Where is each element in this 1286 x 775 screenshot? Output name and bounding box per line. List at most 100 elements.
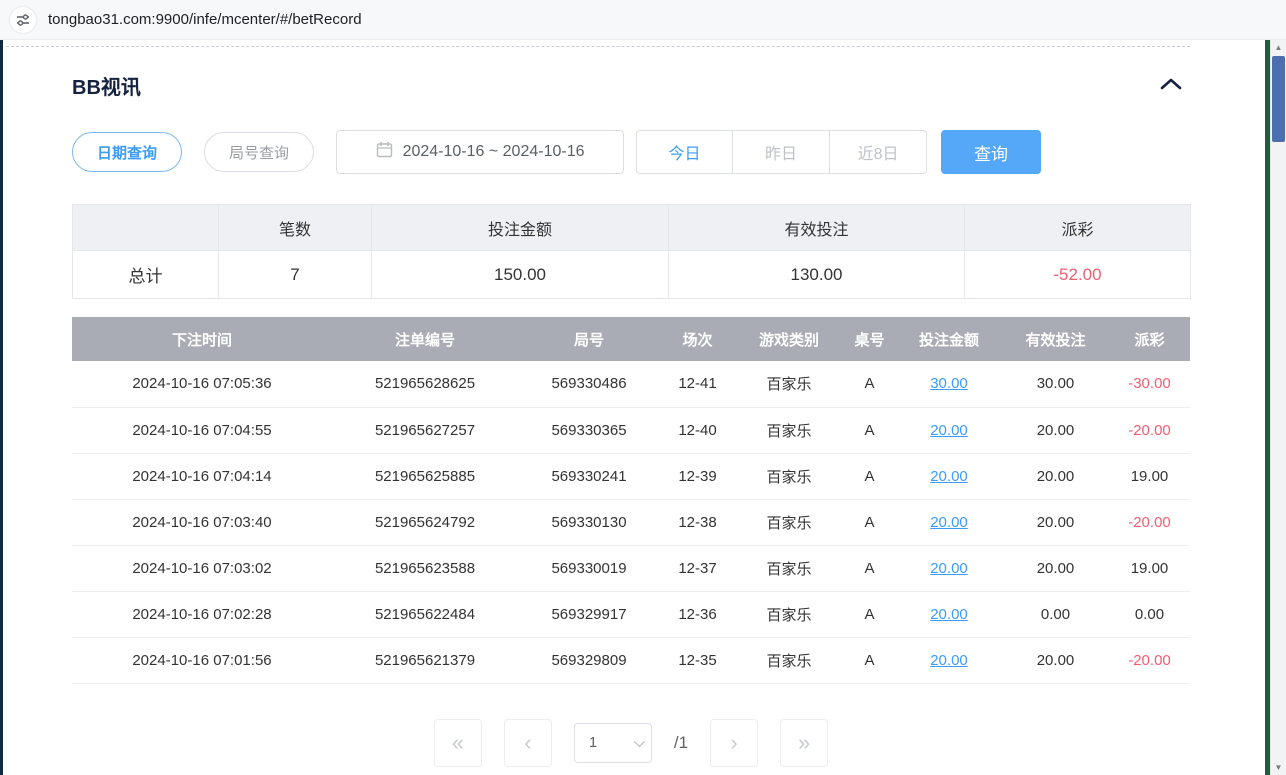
- cell-bet-id: 521965625885: [332, 453, 518, 499]
- bet-amount-link[interactable]: 20.00: [930, 652, 968, 669]
- cell-table-no: A: [843, 407, 896, 453]
- filter-toolbar: 日期查询 局号查询 2024-10-16 ~ 2024-10-16 今日 昨日 …: [72, 130, 1262, 174]
- cell-session: 12-35: [660, 637, 735, 683]
- cell-payout: -30.00: [1109, 361, 1190, 407]
- yesterday-button[interactable]: 昨日: [733, 130, 830, 174]
- cell-bet-id: 521965623588: [332, 545, 518, 591]
- page-select-wrap: 1: [574, 723, 652, 763]
- url-text[interactable]: tongbao31.com:9900/infe/mcenter/#/betRec…: [48, 11, 362, 28]
- date-range-picker[interactable]: 2024-10-16 ~ 2024-10-16: [336, 130, 624, 174]
- bet-table-body: 2024-10-16 07:05:36 521965628625 5693304…: [72, 361, 1190, 683]
- cell-round-no: 569330019: [518, 545, 660, 591]
- cell-valid-bet: 20.00: [1002, 637, 1109, 683]
- cell-bet-time: 2024-10-16 07:03:02: [72, 545, 332, 591]
- cell-table-no: A: [843, 453, 896, 499]
- page-title: BB视讯: [72, 71, 141, 100]
- bet-amount-link[interactable]: 20.00: [930, 422, 968, 439]
- cell-valid-bet: 20.00: [1002, 499, 1109, 545]
- col-header-game-type: 游戏类别: [735, 317, 843, 361]
- today-button[interactable]: 今日: [636, 130, 733, 174]
- cell-bet-amount: 20.00: [896, 637, 1002, 683]
- cell-game-type: 百家乐: [735, 453, 843, 499]
- chevron-up-icon: [1160, 78, 1182, 93]
- cell-round-no: 569330365: [518, 407, 660, 453]
- calendar-icon: [376, 141, 393, 163]
- cell-payout: -20.00: [1109, 499, 1190, 545]
- cell-bet-id: 521965621379: [332, 637, 518, 683]
- bet-record-table: 下注时间 注单编号 局号 场次 游戏类别 桌号 投注金额 有效投注 派彩 202…: [72, 317, 1190, 684]
- cell-valid-bet: 30.00: [1002, 361, 1109, 407]
- summary-header-payout: 派彩: [965, 205, 1191, 251]
- cell-bet-id: 521965622484: [332, 591, 518, 637]
- summary-payout-value: -52.00: [965, 251, 1191, 299]
- cell-round-no: 569330241: [518, 453, 660, 499]
- scrollbar-thumb[interactable]: [1272, 56, 1285, 142]
- search-button[interactable]: 查询: [941, 130, 1041, 174]
- cell-payout: 19.00: [1109, 545, 1190, 591]
- cell-table-no: A: [843, 545, 896, 591]
- cell-session: 12-36: [660, 591, 735, 637]
- next-page-button[interactable]: ›: [710, 719, 758, 767]
- table-row: 2024-10-16 07:04:55 521965627257 5693303…: [72, 407, 1190, 453]
- collapse-section-button[interactable]: [1152, 74, 1190, 97]
- cell-session: 12-39: [660, 453, 735, 499]
- summary-header-row: 笔数 投注金额 有效投注 派彩: [73, 205, 1191, 251]
- cell-bet-id: 521965627257: [332, 407, 518, 453]
- col-header-session: 场次: [660, 317, 735, 361]
- vertical-scrollbar[interactable]: ▲ ▼: [1270, 40, 1286, 775]
- cell-game-type: 百家乐: [735, 499, 843, 545]
- table-row: 2024-10-16 07:03:02 521965623588 5693300…: [72, 545, 1190, 591]
- cell-bet-time: 2024-10-16 07:03:40: [72, 499, 332, 545]
- summary-header-count: 笔数: [219, 205, 372, 251]
- cell-payout: 0.00: [1109, 591, 1190, 637]
- left-edge-strip: [0, 40, 3, 775]
- table-row: 2024-10-16 07:03:40 521965624792 5693301…: [72, 499, 1190, 545]
- summary-total-row: 总计 7 150.00 130.00 -52.00: [73, 251, 1191, 299]
- col-header-bet-amount: 投注金额: [896, 317, 1002, 361]
- cell-table-no: A: [843, 499, 896, 545]
- cell-session: 12-37: [660, 545, 735, 591]
- round-query-tab[interactable]: 局号查询: [204, 132, 314, 172]
- cell-bet-amount: 20.00: [896, 453, 1002, 499]
- cell-session: 12-40: [660, 407, 735, 453]
- col-header-bet-id: 注单编号: [332, 317, 518, 361]
- bet-amount-link[interactable]: 20.00: [930, 468, 968, 485]
- col-header-bet-time: 下注时间: [72, 317, 332, 361]
- browser-address-bar: tongbao31.com:9900/infe/mcenter/#/betRec…: [0, 0, 1286, 40]
- cell-game-type: 百家乐: [735, 591, 843, 637]
- cell-bet-time: 2024-10-16 07:01:56: [72, 637, 332, 683]
- bet-record-page: BB视讯 日期查询 局号查询 2024-10-16 ~ 2024-10-16: [0, 71, 1262, 767]
- cell-bet-amount: 20.00: [896, 499, 1002, 545]
- table-row: 2024-10-16 07:02:28 521965622484 5693299…: [72, 591, 1190, 637]
- last-8-days-button[interactable]: 近8日: [830, 130, 927, 174]
- cell-game-type: 百家乐: [735, 361, 843, 407]
- date-range-value: 2024-10-16 ~ 2024-10-16: [403, 143, 585, 161]
- summary-header-bet-amount: 投注金额: [372, 205, 669, 251]
- dashed-divider: [6, 46, 1190, 47]
- site-settings-icon[interactable]: [10, 7, 36, 33]
- bet-amount-link[interactable]: 20.00: [930, 606, 968, 623]
- col-header-payout: 派彩: [1109, 317, 1190, 361]
- cell-payout: -20.00: [1109, 407, 1190, 453]
- bet-table-header-row: 下注时间 注单编号 局号 场次 游戏类别 桌号 投注金额 有效投注 派彩: [72, 317, 1190, 361]
- cell-bet-time: 2024-10-16 07:04:55: [72, 407, 332, 453]
- last-page-button[interactable]: »: [780, 719, 828, 767]
- table-row: 2024-10-16 07:04:14 521965625885 5693302…: [72, 453, 1190, 499]
- cell-bet-id: 521965624792: [332, 499, 518, 545]
- summary-table: 笔数 投注金额 有效投注 派彩 总计 7 150.00 130.00 -52.0…: [72, 204, 1191, 299]
- first-page-button[interactable]: «: [434, 719, 482, 767]
- cell-game-type: 百家乐: [735, 545, 843, 591]
- cell-bet-time: 2024-10-16 07:05:36: [72, 361, 332, 407]
- cell-bet-id: 521965628625: [332, 361, 518, 407]
- bet-amount-link[interactable]: 30.00: [930, 375, 968, 392]
- date-query-tab[interactable]: 日期查询: [72, 132, 182, 172]
- cell-table-no: A: [843, 591, 896, 637]
- page-select[interactable]: 1: [574, 723, 652, 763]
- bet-amount-link[interactable]: 20.00: [930, 560, 968, 577]
- scroll-up-arrow-icon[interactable]: ▲: [1271, 40, 1286, 55]
- table-row: 2024-10-16 07:05:36 521965628625 5693304…: [72, 361, 1190, 407]
- bet-amount-link[interactable]: 20.00: [930, 514, 968, 531]
- total-pages-label: /1: [674, 733, 688, 753]
- scroll-down-arrow-icon[interactable]: ▼: [1271, 760, 1286, 775]
- prev-page-button[interactable]: ‹: [504, 719, 552, 767]
